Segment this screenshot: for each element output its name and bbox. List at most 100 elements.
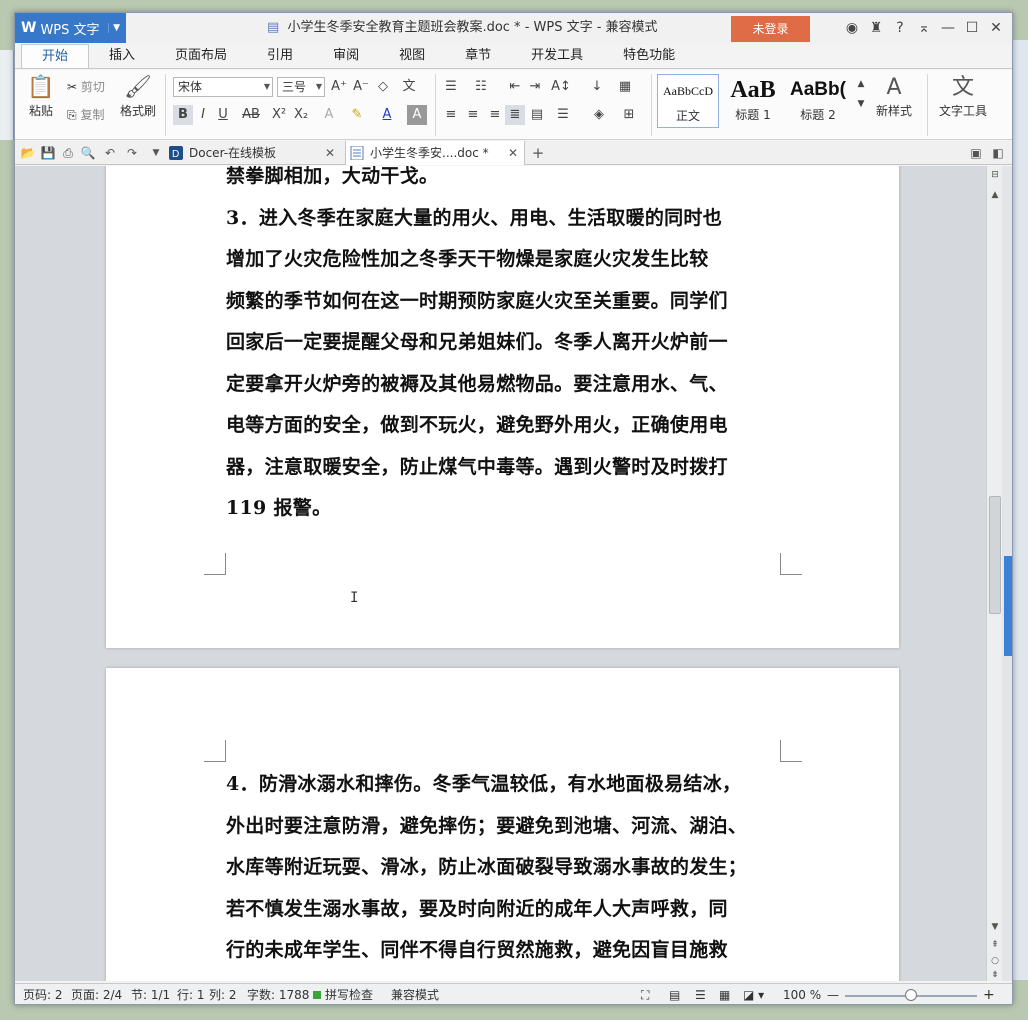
- print-preview-icon[interactable]: 🔍: [79, 143, 97, 163]
- style-normal[interactable]: AaBbCcD 正文: [657, 74, 719, 128]
- next-page-icon[interactable]: ⇟: [987, 968, 1003, 982]
- help-icon[interactable]: ?: [888, 20, 912, 36]
- close-button[interactable]: ✕: [984, 20, 1008, 36]
- close-icon[interactable]: ✕: [325, 141, 335, 165]
- copy-button[interactable]: ⎘ 复制: [67, 106, 104, 123]
- zoom-in-icon[interactable]: +: [983, 984, 995, 1004]
- document-canvas[interactable]: 禁拳脚相加，大动干戈。 3．进入冬季在家庭大量的用火、用电、生活取暖的同时也 增…: [15, 166, 988, 981]
- status-spell-check[interactable]: 拼写检查: [325, 984, 373, 1004]
- app-menu-button[interactable]: W WPS 文字 ▼: [15, 13, 126, 43]
- save-icon[interactable]: 💾: [39, 143, 57, 163]
- tab-chapter[interactable]: 章节: [445, 44, 511, 68]
- full-screen-icon[interactable]: ⛶: [641, 984, 649, 1004]
- web-view-icon[interactable]: ▦: [719, 984, 730, 1004]
- tab-home[interactable]: 开始: [21, 44, 90, 68]
- distribute-icon[interactable]: ▤: [527, 105, 547, 125]
- strikethrough-icon[interactable]: AB: [241, 105, 261, 125]
- skin-icon[interactable]: ◉: [840, 20, 864, 36]
- vertical-scrollbar[interactable]: ⊟ ▲ ▼ ⇞ ○ ⇟: [986, 166, 1002, 981]
- redo-icon[interactable]: ↷: [123, 143, 141, 163]
- table-border-icon[interactable]: ▦: [615, 77, 635, 97]
- tab-page-layout[interactable]: 页面布局: [155, 44, 247, 68]
- scroll-up-icon[interactable]: ▲: [987, 188, 1003, 202]
- minimize-button[interactable]: —: [936, 20, 960, 36]
- new-style-button[interactable]: A 新样式: [865, 74, 923, 119]
- tab-references[interactable]: 引用: [247, 44, 313, 68]
- page-body-text[interactable]: 禁拳脚相加，大动干戈。 3．进入冬季在家庭大量的用火、用电、生活取暖的同时也 增…: [226, 166, 782, 530]
- reading-view-icon[interactable]: ◪ ▾: [743, 984, 764, 1004]
- bullets-icon[interactable]: ☰: [441, 77, 461, 97]
- borders-icon[interactable]: ⊞: [619, 105, 639, 125]
- bold-icon[interactable]: B: [173, 105, 193, 125]
- restore-icon[interactable]: ▣: [967, 143, 985, 163]
- tab-developer[interactable]: 开发工具: [511, 44, 603, 68]
- select-browse-object-icon[interactable]: ○: [987, 954, 1003, 968]
- tab-insert[interactable]: 插入: [89, 44, 155, 68]
- maximize-button[interactable]: ☐: [960, 20, 984, 36]
- tab-special-features[interactable]: 特色功能: [603, 44, 695, 68]
- highlight-icon[interactable]: ✎: [347, 105, 367, 125]
- phonetic-guide-icon[interactable]: 文: [399, 77, 419, 97]
- clear-format-icon[interactable]: ◇: [373, 77, 393, 97]
- page[interactable]: 禁拳脚相加，大动干戈。 3．进入冬季在家庭大量的用火、用电、生活取暖的同时也 增…: [106, 166, 899, 648]
- previous-page-icon[interactable]: ⇞: [987, 938, 1003, 952]
- format-painter-button[interactable]: 🖌 格式刷: [115, 74, 161, 119]
- status-word-count[interactable]: 字数: 1788: [247, 984, 309, 1004]
- grow-font-icon[interactable]: A⁺: [329, 77, 349, 97]
- cut-button[interactable]: ✂ 剪切: [67, 78, 105, 95]
- page-body-text[interactable]: 4．防滑冰溺水和摔伤。冬季气温较低，有水地面极易结冰， 外出时要注意防滑，避免摔…: [226, 764, 782, 972]
- subscript-icon[interactable]: X₂: [291, 105, 311, 125]
- undo-icon[interactable]: ↶: [101, 143, 119, 163]
- open-icon[interactable]: 📂: [19, 143, 37, 163]
- zoom-slider-knob[interactable]: [905, 989, 917, 1001]
- tab-view[interactable]: 视图: [379, 44, 445, 68]
- zoom-out-icon[interactable]: —: [827, 984, 839, 1004]
- numbering-icon[interactable]: ☷: [471, 77, 491, 97]
- customize-qat-icon[interactable]: ▼: [147, 143, 165, 163]
- italic-icon[interactable]: I: [193, 105, 213, 125]
- shading-icon[interactable]: ◈: [589, 105, 609, 125]
- tab-docer-templates[interactable]: D Docer-在线模板 ✕: [165, 141, 341, 165]
- align-center-icon[interactable]: ≡: [463, 105, 483, 125]
- text-direction-icon[interactable]: A↕: [551, 77, 571, 97]
- underline-icon[interactable]: U: [213, 105, 233, 125]
- text-tools-button[interactable]: 文 文字工具: [933, 74, 993, 119]
- status-row: 行: 1: [177, 988, 205, 1002]
- font-size-select[interactable]: 三号 ▼: [277, 77, 325, 97]
- justify-icon[interactable]: ≣: [505, 105, 525, 125]
- side-panel-toggle[interactable]: [1004, 556, 1012, 656]
- close-icon[interactable]: ✕: [508, 141, 518, 165]
- login-button[interactable]: 未登录: [731, 16, 810, 42]
- tab-review[interactable]: 审阅: [313, 44, 379, 68]
- superscript-icon[interactable]: X²: [269, 105, 289, 125]
- page-view-icon[interactable]: ▤: [669, 984, 680, 1004]
- collapse-ribbon-icon[interactable]: ⌅: [912, 20, 936, 36]
- align-left-icon[interactable]: ≡: [441, 105, 461, 125]
- style-heading-2[interactable]: AaBb( 标题 2: [787, 74, 849, 128]
- zoom-level[interactable]: 100 %: [783, 984, 821, 1004]
- sort-icon[interactable]: ↓: [587, 77, 607, 97]
- sidebar-toggle-icon[interactable]: ◧: [989, 143, 1007, 163]
- page[interactable]: 4．防滑冰溺水和摔伤。冬季气温较低，有水地面极易结冰， 外出时要注意防滑，避免摔…: [106, 668, 899, 981]
- text-effect-icon[interactable]: A: [319, 105, 339, 125]
- line-spacing-icon[interactable]: ☰: [553, 105, 573, 125]
- split-view-icon[interactable]: ⊟: [987, 168, 1003, 182]
- shrink-font-icon[interactable]: A⁻: [351, 77, 371, 97]
- tab-current-document[interactable]: 小学生冬季安....doc * ✕: [345, 141, 525, 165]
- decrease-indent-icon[interactable]: ⇤: [505, 77, 525, 97]
- increase-indent-icon[interactable]: ⇥: [525, 77, 545, 97]
- font-color-icon[interactable]: A: [377, 105, 397, 125]
- shirt-icon[interactable]: ♜: [864, 20, 888, 36]
- chevron-down-icon[interactable]: ▼: [108, 23, 120, 33]
- status-pages[interactable]: 页面: 2/4: [71, 984, 122, 1004]
- char-shading-icon[interactable]: A: [407, 105, 427, 125]
- new-tab-icon[interactable]: +: [529, 143, 547, 163]
- print-icon[interactable]: ⎙: [59, 143, 77, 163]
- scrollbar-thumb[interactable]: [989, 496, 1001, 614]
- font-name-select[interactable]: 宋体 ▼: [173, 77, 273, 97]
- scroll-down-icon[interactable]: ▼: [987, 920, 1003, 934]
- outline-view-icon[interactable]: ☰: [695, 984, 706, 1004]
- align-right-icon[interactable]: ≡: [485, 105, 505, 125]
- paste-button[interactable]: 📋 粘贴: [21, 74, 61, 119]
- style-heading-1[interactable]: AaB 标题 1: [722, 74, 784, 128]
